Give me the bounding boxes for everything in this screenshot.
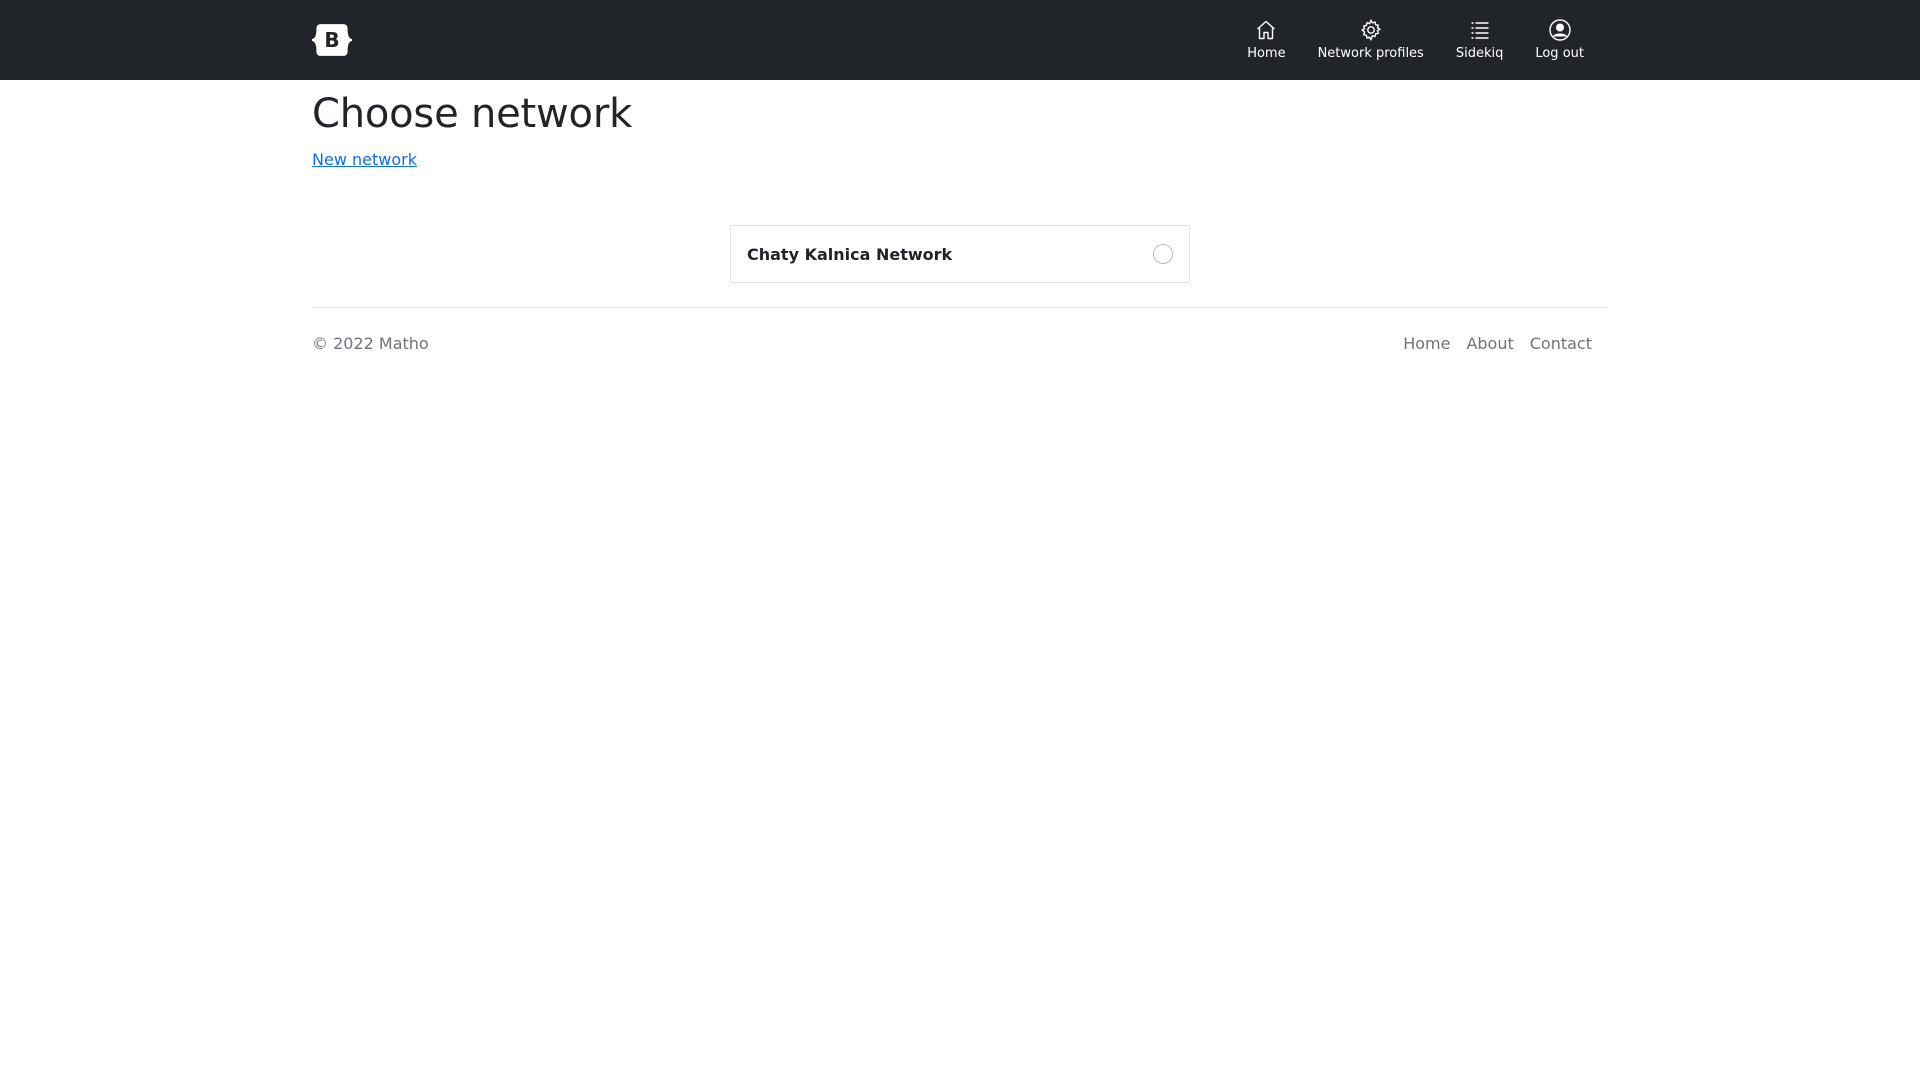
footer-links: Home About Contact — [1395, 334, 1600, 353]
page-footer: © 2022 Matho Home About Contact — [312, 307, 1608, 353]
footer-home-link[interactable]: Home — [1395, 334, 1458, 353]
gear-icon — [1360, 19, 1381, 42]
nav-network-profiles-label: Network profiles — [1317, 46, 1424, 61]
navbar-inner: B Home Network profiles Sidekiq Log out — [312, 0, 1608, 80]
top-navbar: B Home Network profiles Sidekiq Log out — [0, 0, 1920, 80]
nav-logout-label: Log out — [1535, 46, 1584, 61]
nav-network-profiles-link[interactable]: Network profiles — [1302, 18, 1440, 62]
nav-logout-link[interactable]: Log out — [1519, 18, 1600, 62]
brand-logo-link[interactable]: B — [312, 24, 352, 56]
nav-home-label: Home — [1247, 46, 1286, 61]
nav-home-link[interactable]: Home — [1231, 18, 1301, 62]
nav-links: Home Network profiles Sidekiq Log out — [1231, 18, 1600, 62]
list-icon — [1470, 22, 1489, 39]
brand-letter: B — [324, 28, 340, 52]
nav-sidekiq-link[interactable]: Sidekiq — [1440, 18, 1520, 62]
network-radio[interactable] — [1153, 244, 1173, 264]
footer-about-link[interactable]: About — [1458, 334, 1521, 353]
person-circle-icon — [1548, 19, 1571, 41]
network-option-name: Chaty Kalnica Network — [747, 244, 953, 264]
footer-contact-link[interactable]: Contact — [1522, 334, 1600, 353]
page-title: Choose network — [312, 91, 633, 137]
footer-copyright: © 2022 Matho — [312, 334, 429, 353]
network-list: Chaty Kalnica Network — [730, 225, 1190, 283]
new-network-link[interactable]: New network — [312, 150, 417, 169]
nav-sidekiq-label: Sidekiq — [1455, 46, 1504, 61]
main-content: Choose network New network Chaty Kalnica… — [312, 90, 1608, 283]
house-icon — [1257, 20, 1276, 40]
network-option[interactable]: Chaty Kalnica Network — [730, 225, 1190, 283]
